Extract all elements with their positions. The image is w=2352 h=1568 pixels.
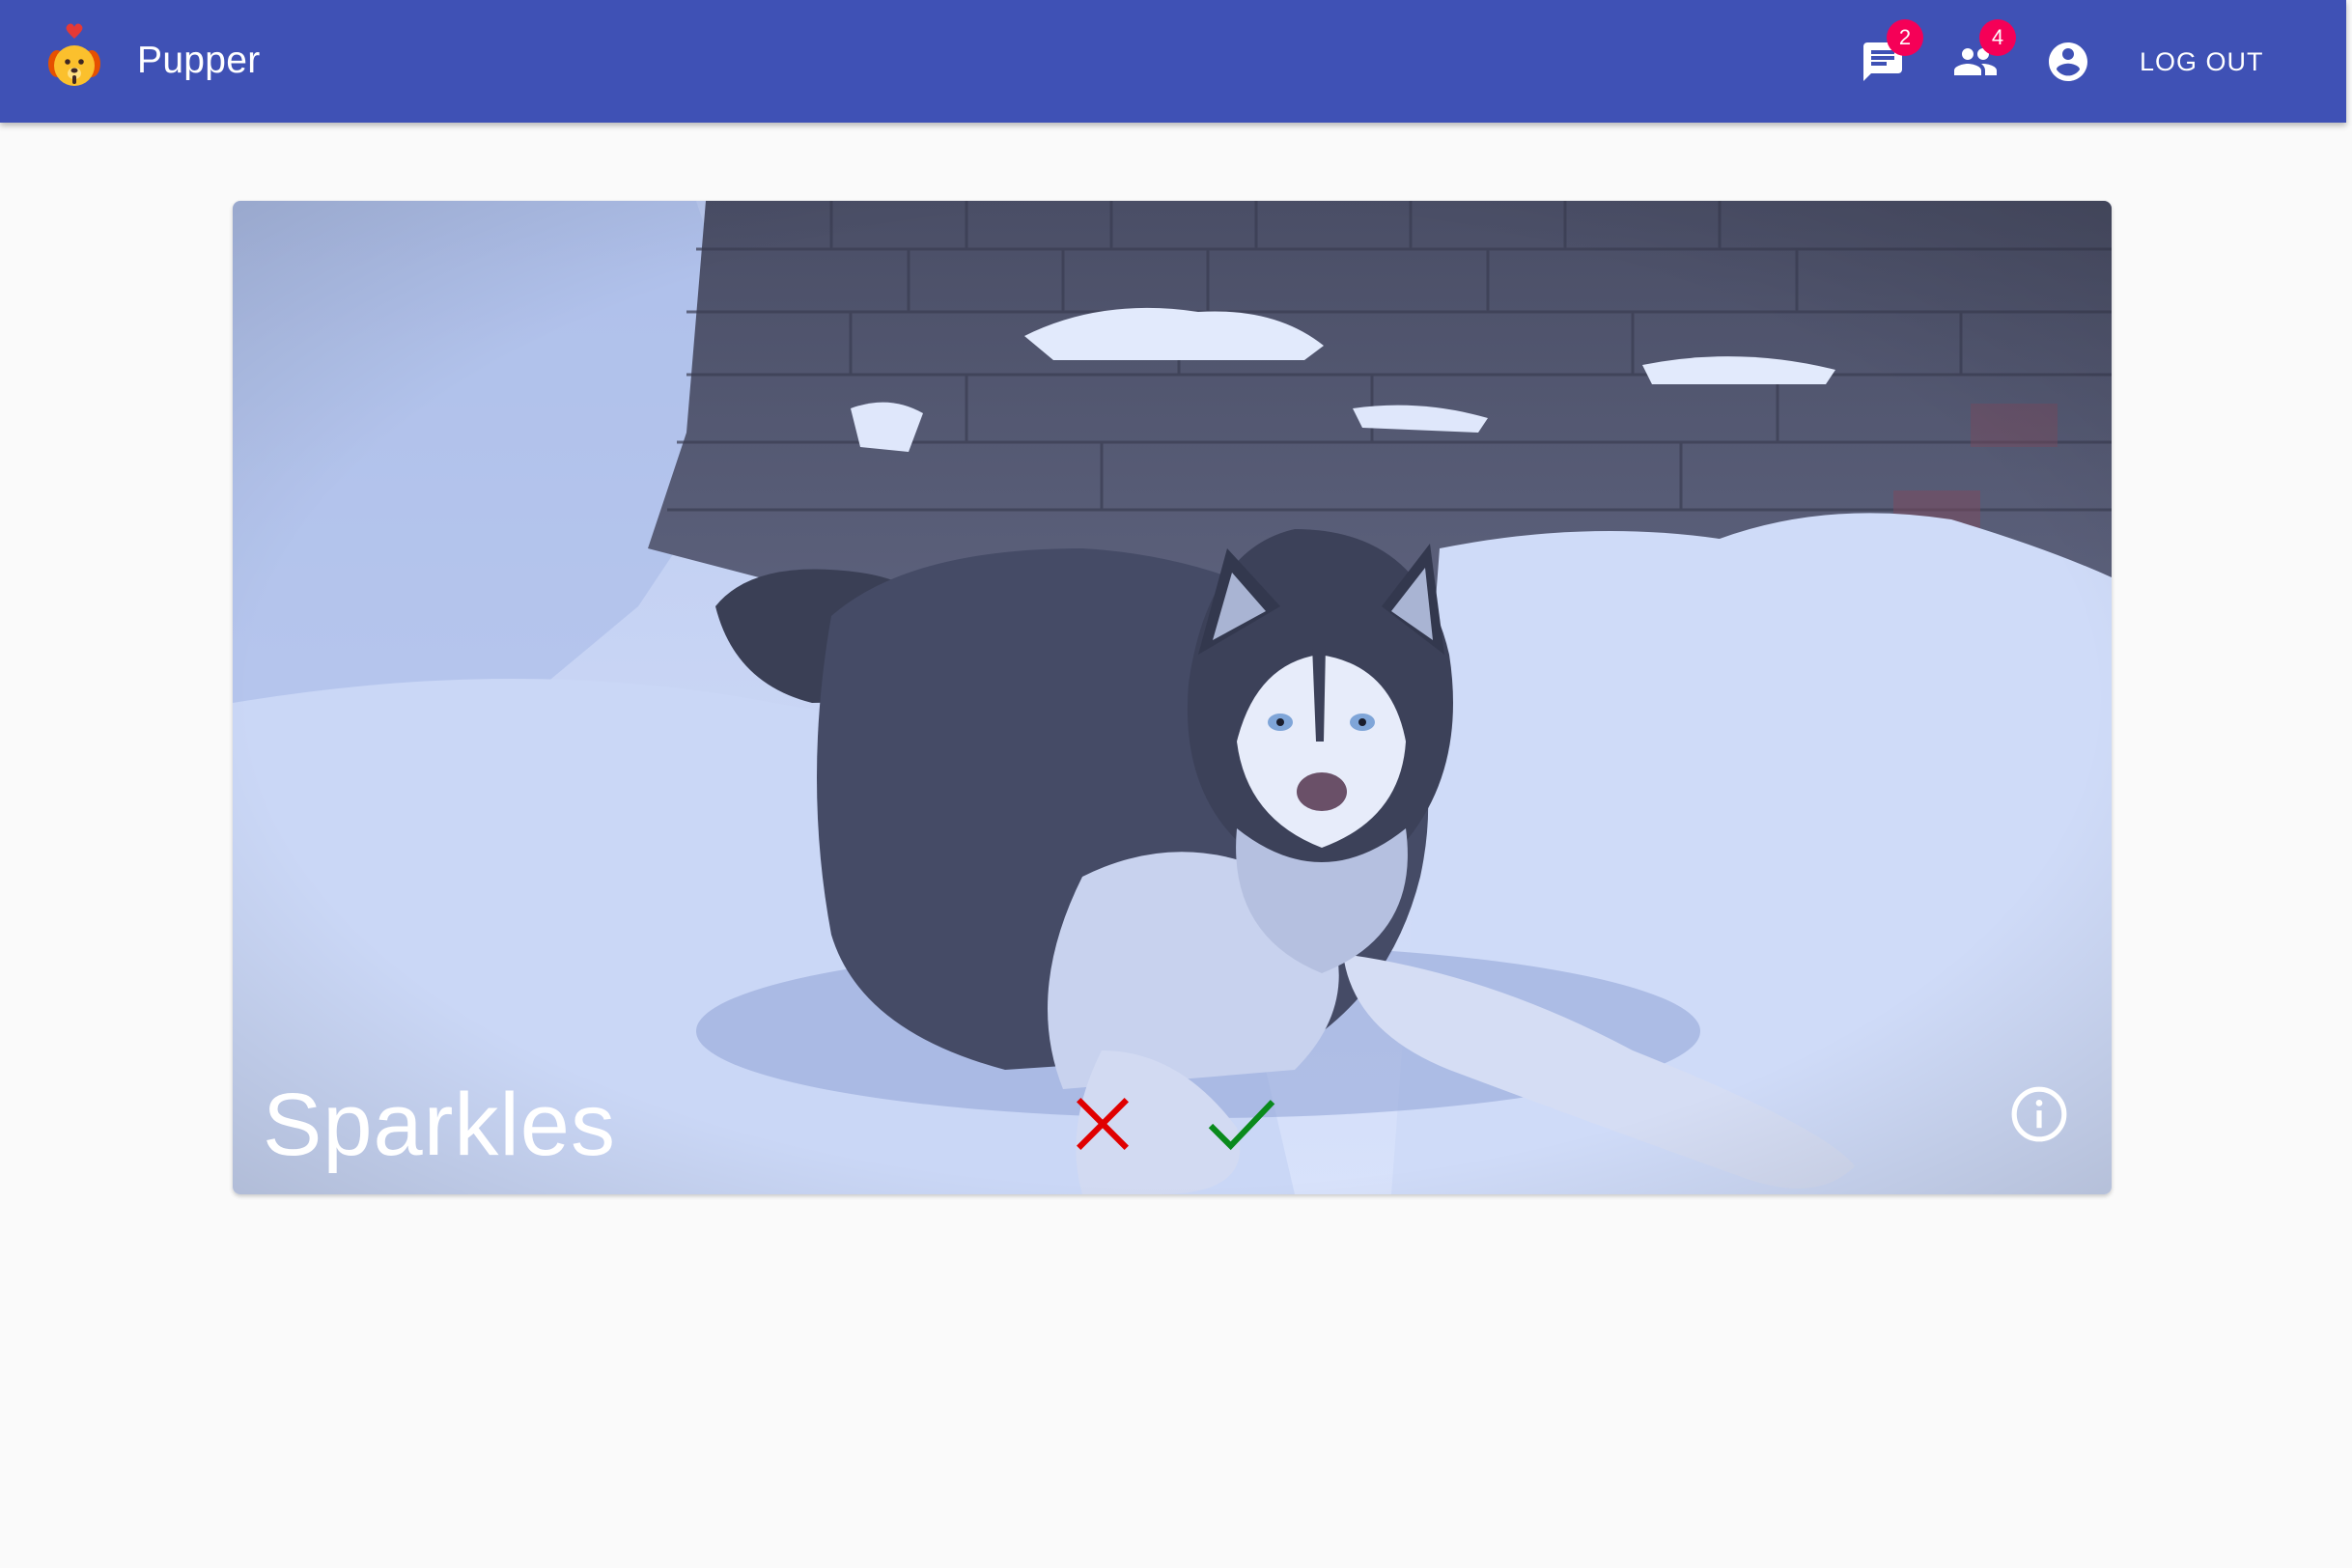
dog-photo xyxy=(233,201,2112,1194)
dog-name: Sparkles xyxy=(263,1076,616,1174)
matches-button[interactable]: 4 xyxy=(1939,19,2016,98)
account-circle-icon xyxy=(2049,42,2087,81)
app-bar: Pupper 2 4 LOG OUT xyxy=(0,0,2346,123)
profile-button[interactable] xyxy=(2031,25,2105,98)
app-title: Pupper xyxy=(137,40,261,81)
dog-logo-icon[interactable] xyxy=(42,19,106,97)
reject-button[interactable] xyxy=(1064,1085,1141,1162)
matches-badge: 4 xyxy=(1979,19,2016,56)
dog-card xyxy=(233,201,2112,1194)
logout-button[interactable]: LOG OUT xyxy=(2124,37,2280,87)
close-icon xyxy=(1077,1098,1129,1150)
info-button[interactable] xyxy=(2004,1079,2074,1149)
accept-button[interactable] xyxy=(1203,1085,1280,1162)
check-icon xyxy=(1208,1100,1275,1151)
info-icon xyxy=(2011,1086,2067,1142)
messages-button[interactable]: 2 xyxy=(1846,19,1923,98)
messages-badge: 2 xyxy=(1887,19,1923,56)
